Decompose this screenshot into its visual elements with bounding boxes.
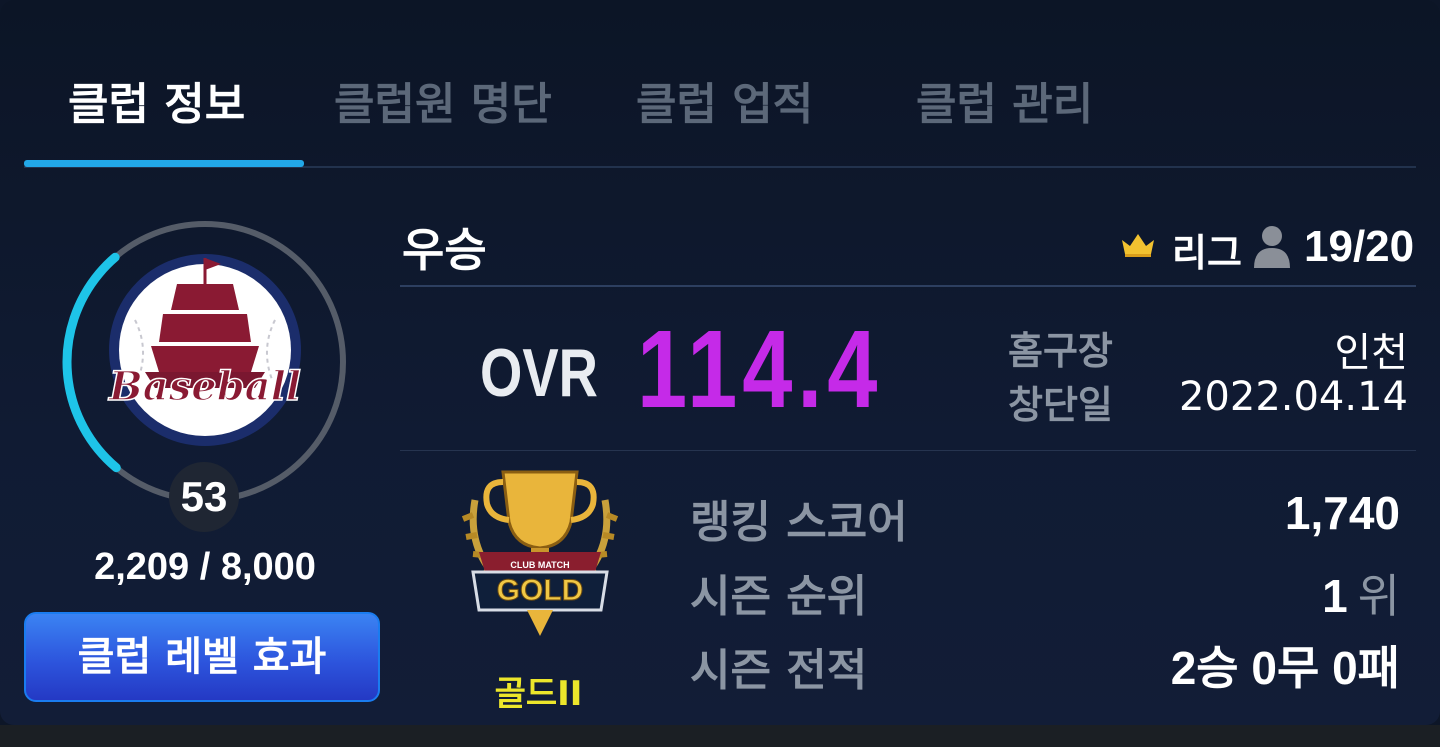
tab-club-members[interactable]: 클럽원 명단 (334, 68, 552, 132)
club-level-badge: 53 (169, 462, 239, 532)
home-stadium-label: 홈구장 (1008, 329, 1113, 373)
club-league: 리그 (1172, 231, 1242, 275)
club-logo-text: Baseball (108, 363, 301, 410)
ovr-label: OVR (480, 335, 598, 411)
season-record-label: 시즌 전적 (690, 645, 868, 696)
season-rank-value: 1 (1322, 570, 1348, 622)
founded-date-label: 창단일 (1008, 383, 1113, 427)
club-name: 우승 (402, 223, 487, 277)
rank-tier: 골드II (494, 674, 583, 714)
club-member-count: 19/20 (1304, 222, 1415, 271)
ovr-value: 114.4 (637, 308, 883, 431)
season-record-value: 2승 0무 0패 (1170, 642, 1400, 694)
home-stadium-value: 인천 (1334, 330, 1408, 376)
season-rank-unit: 위 (1357, 570, 1400, 622)
tab-club-management[interactable]: 클럽 관리 (916, 68, 1093, 132)
ranking-score-label: 랭킹 스코어 (690, 497, 908, 548)
club-logo: Baseball (107, 254, 302, 446)
club-exp: 2,209 / 8,000 (94, 546, 316, 588)
club-level-effect-button[interactable]: 클럽 레벨 효과 (24, 612, 380, 702)
active-tab-indicator (24, 160, 304, 167)
emblem-title: GOLD (497, 574, 584, 607)
founded-date-value: 2022.04.14 (1178, 374, 1408, 420)
ranking-score-value: 1,740 (1284, 487, 1400, 539)
section-divider (400, 450, 1416, 451)
crown-icon (1122, 234, 1154, 257)
header-divider (400, 285, 1416, 287)
gold-rank-emblem: CLUB MATCH GOLD (461, 470, 619, 636)
emblem-subtitle: CLUB MATCH (510, 560, 569, 570)
member-icon (1254, 226, 1290, 268)
tab-club-info[interactable]: 클럽 정보 (68, 68, 245, 132)
tab-club-achievements[interactable]: 클럽 업적 (636, 68, 813, 132)
season-rank: 1위 (1322, 560, 1400, 626)
season-rank-label: 시즌 순위 (690, 571, 868, 622)
bottom-bar (0, 725, 1440, 747)
